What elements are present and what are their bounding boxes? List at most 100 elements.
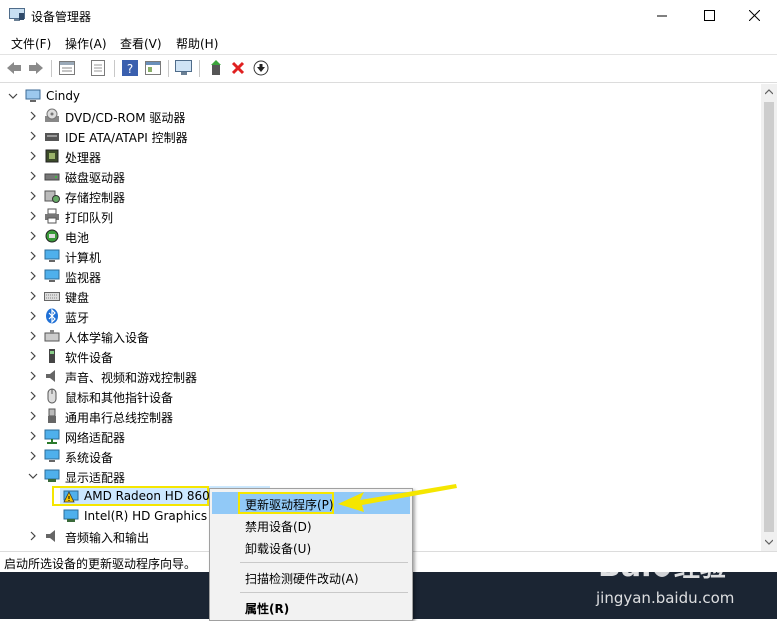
close-button[interactable] [731, 0, 777, 31]
tree-item-label: DVD/CD-ROM 驱动器 [65, 111, 186, 125]
menu-item-label: 禁用设备(D) [245, 520, 312, 534]
usb-icon [44, 408, 60, 424]
help-icon[interactable]: ? [121, 59, 139, 77]
chevron-right-icon[interactable] [27, 130, 39, 142]
tree-item-label: AMD Radeon HD 860 [84, 489, 210, 503]
svg-text:?: ? [127, 62, 133, 76]
tree-item-label: 监视器 [65, 271, 102, 285]
tree-item-network[interactable]: 网络适配器 [0, 426, 761, 446]
chevron-right-icon[interactable] [27, 450, 39, 462]
chevron-right-icon[interactable] [27, 370, 39, 382]
forward-icon[interactable] [27, 59, 45, 77]
tree-item-label: 磁盘驱动器 [65, 171, 126, 185]
chevron-right-icon[interactable] [27, 230, 39, 242]
tree-item-bluetooth[interactable]: 蓝牙 [0, 306, 761, 326]
chevron-right-icon[interactable] [27, 390, 39, 402]
hid-icon [44, 328, 60, 344]
toolbar: ? [0, 54, 777, 83]
tree-item-label: 人体学输入设备 [65, 331, 150, 345]
chevron-right-icon[interactable] [27, 330, 39, 342]
document-icon[interactable] [89, 59, 107, 77]
svg-text:Bai: Bai [598, 549, 651, 584]
tree-item-label: 网络适配器 [65, 431, 126, 445]
vertical-scrollbar[interactable] [761, 84, 777, 551]
tree-item-label: 打印队列 [65, 211, 114, 225]
download-icon[interactable] [252, 59, 270, 77]
tree-root[interactable]: Cindy [0, 86, 761, 106]
tree-root-label: Cindy [46, 89, 81, 103]
computer-icon [44, 248, 60, 264]
chevron-right-icon[interactable] [27, 190, 39, 202]
chevron-right-icon[interactable] [27, 350, 39, 362]
chevron-right-icon[interactable] [27, 250, 39, 262]
tree-item-sound[interactable]: 声音、视频和游戏控制器 [0, 366, 761, 386]
menu-bar: 文件(F) 操作(A) 查看(V) 帮助(H) [0, 31, 777, 53]
disk-drive-icon [44, 168, 60, 184]
menu-action[interactable]: 操作(A) [65, 35, 107, 52]
tree-item-monitor[interactable]: 监视器 [0, 266, 761, 286]
tree-item-processor[interactable]: 处理器 [0, 146, 761, 166]
chevron-right-icon[interactable] [27, 110, 39, 122]
tree-item-label: 鼠标和其他指针设备 [65, 391, 174, 405]
monitor-icon [44, 268, 60, 284]
chevron-right-icon[interactable] [27, 270, 39, 282]
menu-item-scan[interactable]: 扫描检测硬件改动(A) [212, 566, 410, 588]
tree-item-disk[interactable]: 磁盘驱动器 [0, 166, 761, 186]
network-adapter-icon [44, 428, 60, 444]
tree-item-hid[interactable]: 人体学输入设备 [0, 326, 761, 346]
window-title: 设备管理器 [31, 10, 92, 24]
menu-item-properties[interactable]: 属性(R) [212, 596, 410, 618]
menu-file[interactable]: 文件(F) [11, 35, 51, 52]
tree-item-label: 显示适配器 [65, 471, 126, 485]
properties-icon[interactable] [58, 59, 76, 77]
scan-hardware-icon[interactable] [175, 59, 193, 77]
computer-icon [25, 88, 41, 104]
view-icon[interactable] [144, 59, 162, 77]
menu-help[interactable]: 帮助(H) [176, 35, 218, 52]
tree-item-mouse[interactable]: 鼠标和其他指针设备 [0, 386, 761, 406]
chevron-right-icon[interactable] [27, 170, 39, 182]
tree-item-software[interactable]: 软件设备 [0, 346, 761, 366]
chevron-right-icon[interactable] [27, 210, 39, 222]
tree-item-label: 软件设备 [65, 351, 114, 365]
chevron-down-icon[interactable] [7, 90, 19, 102]
chevron-right-icon[interactable] [27, 150, 39, 162]
scroll-up-icon[interactable] [765, 89, 773, 95]
chevron-right-icon[interactable] [27, 430, 39, 442]
tree-item-ide[interactable]: IDE ATA/ATAPI 控制器 [0, 126, 761, 146]
annotation-arrow-icon [338, 484, 457, 512]
back-icon[interactable] [5, 59, 23, 77]
maximize-button[interactable] [686, 0, 732, 31]
tree-item-storage[interactable]: 存储控制器 [0, 186, 761, 206]
menu-view[interactable]: 查看(V) [120, 35, 162, 52]
chevron-right-icon[interactable] [27, 310, 39, 322]
tree-item-print-queue[interactable]: 打印队列 [0, 206, 761, 226]
tree-item-usb[interactable]: 通用串行总线控制器 [0, 406, 761, 426]
menu-item-label: 扫描检测硬件改动(A) [245, 572, 359, 586]
display-adapter-icon [44, 468, 60, 484]
tree-item-dvd[interactable]: DVD/CD-ROM 驱动器 [0, 106, 761, 126]
warning-icon [63, 488, 79, 504]
chevron-right-icon[interactable] [27, 290, 39, 302]
tree-item-system[interactable]: 系统设备 [0, 446, 761, 466]
scroll-thumb[interactable] [764, 102, 774, 532]
tree-item-keyboard[interactable]: 键盘 [0, 286, 761, 306]
tree-item-label: 音频输入和输出 [65, 531, 150, 545]
chevron-right-icon[interactable] [27, 410, 39, 422]
audio-icon [44, 528, 60, 544]
uninstall-icon[interactable] [229, 59, 247, 77]
title-bar: 设备管理器 [0, 0, 777, 31]
tree-item-battery[interactable]: 电池 [0, 226, 761, 246]
software-device-icon [44, 348, 60, 364]
tree-item-label: 存储控制器 [65, 191, 126, 205]
chevron-right-icon[interactable] [27, 530, 39, 542]
tree-item-computer[interactable]: 计算机 [0, 246, 761, 266]
menu-item-uninstall[interactable]: 卸载设备(U) [212, 536, 410, 558]
minimize-button[interactable] [639, 0, 685, 31]
dvd-drive-icon [44, 108, 60, 124]
chevron-down-icon[interactable] [27, 470, 39, 482]
tree-item-label: 通用串行总线控制器 [65, 411, 174, 425]
keyboard-icon [44, 288, 60, 304]
update-driver-icon[interactable] [207, 59, 225, 77]
ide-controller-icon [44, 128, 60, 144]
